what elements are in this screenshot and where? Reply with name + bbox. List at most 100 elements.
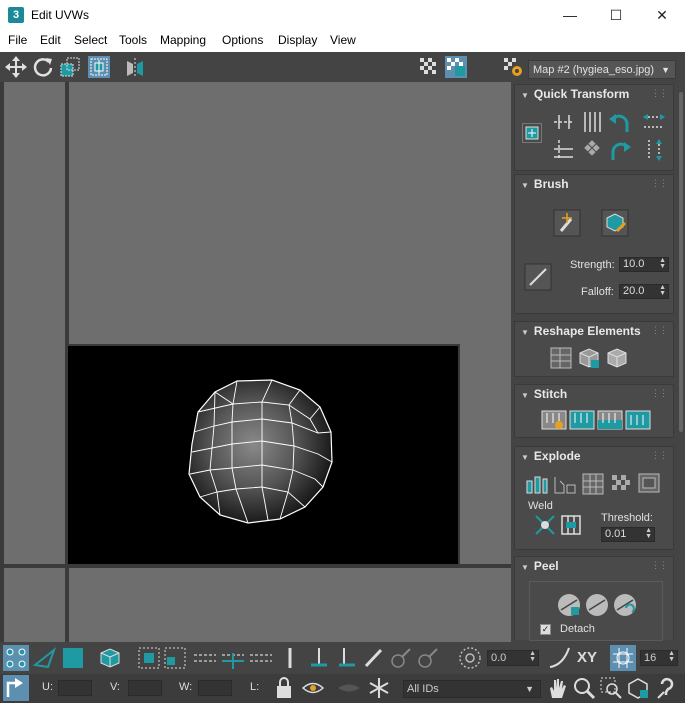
- drag-grip-icon[interactable]: ⋮⋮: [651, 325, 668, 336]
- edge-mode-icon[interactable]: [32, 645, 58, 671]
- drag-grip-icon[interactable]: ⋮⋮: [651, 178, 668, 189]
- menu-view[interactable]: View: [330, 33, 356, 47]
- pan-hand-icon[interactable]: [545, 676, 569, 700]
- element-mode-icon[interactable]: [97, 645, 123, 671]
- hide-eye-icon[interactable]: [301, 676, 325, 700]
- loop-uv-icon[interactable]: [248, 645, 274, 671]
- polygon-mode-icon[interactable]: [60, 645, 86, 671]
- material-id-dropdown[interactable]: All IDs ▼: [403, 680, 541, 698]
- menu-mapping[interactable]: Mapping: [160, 33, 206, 47]
- grid-snap-icon[interactable]: [610, 645, 636, 671]
- texture-settings-icon[interactable]: [502, 56, 524, 78]
- drag-grip-icon[interactable]: ⋮⋮: [651, 450, 668, 461]
- stitch-average-icon[interactable]: [597, 407, 623, 433]
- stitch-to-target-icon[interactable]: [625, 407, 651, 433]
- help-icon[interactable]: [655, 676, 679, 700]
- weld-selected-icon[interactable]: [533, 513, 557, 537]
- lock-icon[interactable]: [273, 676, 295, 700]
- align-vertical-icon[interactable]: [579, 109, 605, 135]
- peel-header[interactable]: ▼ Peel: [521, 559, 559, 573]
- uv-mesh[interactable]: [188, 379, 333, 524]
- relax-icon[interactable]: [604, 345, 630, 371]
- straighten-icon[interactable]: [579, 137, 605, 163]
- map-dropdown[interactable]: Map #2 (hygiea_eso.jpg) ▼: [528, 60, 676, 79]
- quick-transform-header[interactable]: ▼ Quick Transform: [521, 87, 629, 101]
- shrink-selection-icon[interactable]: [162, 645, 188, 671]
- strength-spinner[interactable]: 10.0 ▲ ▼: [619, 257, 669, 272]
- menu-select[interactable]: Select: [74, 33, 107, 47]
- paint-move-brush-icon[interactable]: [553, 209, 581, 237]
- space-horizontal-icon[interactable]: [641, 109, 667, 135]
- menu-options[interactable]: Options: [222, 33, 263, 47]
- uv-editor-viewport[interactable]: [0, 82, 511, 642]
- align-center-icon[interactable]: [522, 123, 542, 143]
- checker-pattern-icon[interactable]: [418, 56, 440, 78]
- menu-tools[interactable]: Tools: [119, 33, 147, 47]
- rotate-cw-icon[interactable]: [607, 137, 633, 163]
- zoom-region-icon[interactable]: [599, 676, 623, 700]
- menu-edit[interactable]: Edit: [40, 33, 61, 47]
- quick-peel-icon[interactable]: [556, 592, 582, 618]
- panel-scrollbar[interactable]: [679, 92, 683, 432]
- grow-selection-icon[interactable]: [136, 645, 162, 671]
- move-icon[interactable]: [5, 56, 27, 78]
- falloff-curve-icon[interactable]: [547, 645, 573, 671]
- falloff-spinner[interactable]: 20.0 ▲ ▼: [619, 284, 669, 299]
- angle-spinner[interactable]: 0.0 ▲ ▼: [487, 650, 539, 666]
- freeform-icon[interactable]: [88, 56, 110, 78]
- space-vertical-icon[interactable]: [641, 137, 667, 163]
- reshape-elements-header[interactable]: ▼ Reshape Elements: [521, 324, 641, 338]
- point-to-point-icon[interactable]: [277, 645, 303, 671]
- peel-mode-icon[interactable]: [584, 592, 610, 618]
- weld-target-icon[interactable]: [559, 513, 583, 537]
- menu-file[interactable]: File: [8, 33, 27, 47]
- rotate-ccw-icon[interactable]: [607, 109, 633, 135]
- detach-edge-icon[interactable]: [552, 471, 578, 497]
- show-map-icon[interactable]: [445, 56, 467, 78]
- spinner-arrows-icon[interactable]: ▲ ▼: [668, 650, 675, 663]
- stitch-custom-icon[interactable]: [541, 407, 567, 433]
- break-icon[interactable]: [524, 471, 550, 497]
- flatten-by-material-icon[interactable]: [608, 471, 634, 497]
- drag-grip-icon[interactable]: ⋮⋮: [651, 388, 668, 399]
- rotate-icon[interactable]: [32, 56, 54, 78]
- v-field[interactable]: [128, 680, 162, 696]
- spinner-arrows-icon[interactable]: ▲ ▼: [645, 527, 652, 540]
- soft-selection-icon[interactable]: [457, 645, 483, 671]
- menu-display[interactable]: Display: [278, 33, 317, 47]
- mirror-icon[interactable]: [124, 56, 146, 78]
- grid-spinner[interactable]: 16 ▲ ▼: [640, 650, 678, 666]
- spinner-arrows-icon[interactable]: ▲ ▼: [529, 650, 536, 663]
- minimize-button[interactable]: —: [547, 0, 593, 31]
- explode-header[interactable]: ▼ Explode: [521, 449, 581, 463]
- vertex-mode-icon[interactable]: [3, 645, 29, 671]
- threshold-spinner[interactable]: 0.01 ▲ ▼: [601, 527, 655, 542]
- edge-loop-icon[interactable]: [192, 645, 218, 671]
- brush-header[interactable]: ▼ Brush: [521, 177, 569, 191]
- spinner-arrows-icon[interactable]: ▲ ▼: [659, 284, 666, 297]
- unhide-eye-icon[interactable]: [336, 676, 362, 700]
- w-field[interactable]: [198, 680, 232, 696]
- straighten-selection-icon[interactable]: [548, 345, 574, 371]
- edge-ring-icon[interactable]: [220, 645, 246, 671]
- freeze-icon[interactable]: [367, 676, 391, 700]
- scale-icon[interactable]: [59, 56, 81, 78]
- relax-until-flat-icon[interactable]: [576, 345, 602, 371]
- spinner-arrows-icon[interactable]: ▲ ▼: [659, 257, 666, 270]
- brush-icon[interactable]: [361, 645, 387, 671]
- close-button[interactable]: ✕: [639, 0, 685, 31]
- uv-canvas[interactable]: [0, 82, 511, 642]
- detach-checkbox[interactable]: ✓: [540, 624, 551, 635]
- stitch-header[interactable]: ▼ Stitch: [521, 387, 567, 401]
- brush-falloff-icon[interactable]: [524, 263, 552, 291]
- flatten-by-polygon-angle-icon[interactable]: [636, 471, 662, 497]
- xy-axis-button[interactable]: XY: [577, 649, 597, 666]
- paint-shrink-icon[interactable]: [415, 645, 441, 671]
- u-field[interactable]: [58, 680, 92, 696]
- drag-grip-icon[interactable]: ⋮⋮: [651, 560, 668, 571]
- reset-peel-icon[interactable]: [612, 592, 638, 618]
- zoom-extents-icon[interactable]: [626, 676, 650, 700]
- maximize-button[interactable]: ☐: [593, 0, 639, 31]
- paint-select-icon[interactable]: [306, 645, 332, 671]
- align-vertical-center-icon[interactable]: [551, 137, 577, 163]
